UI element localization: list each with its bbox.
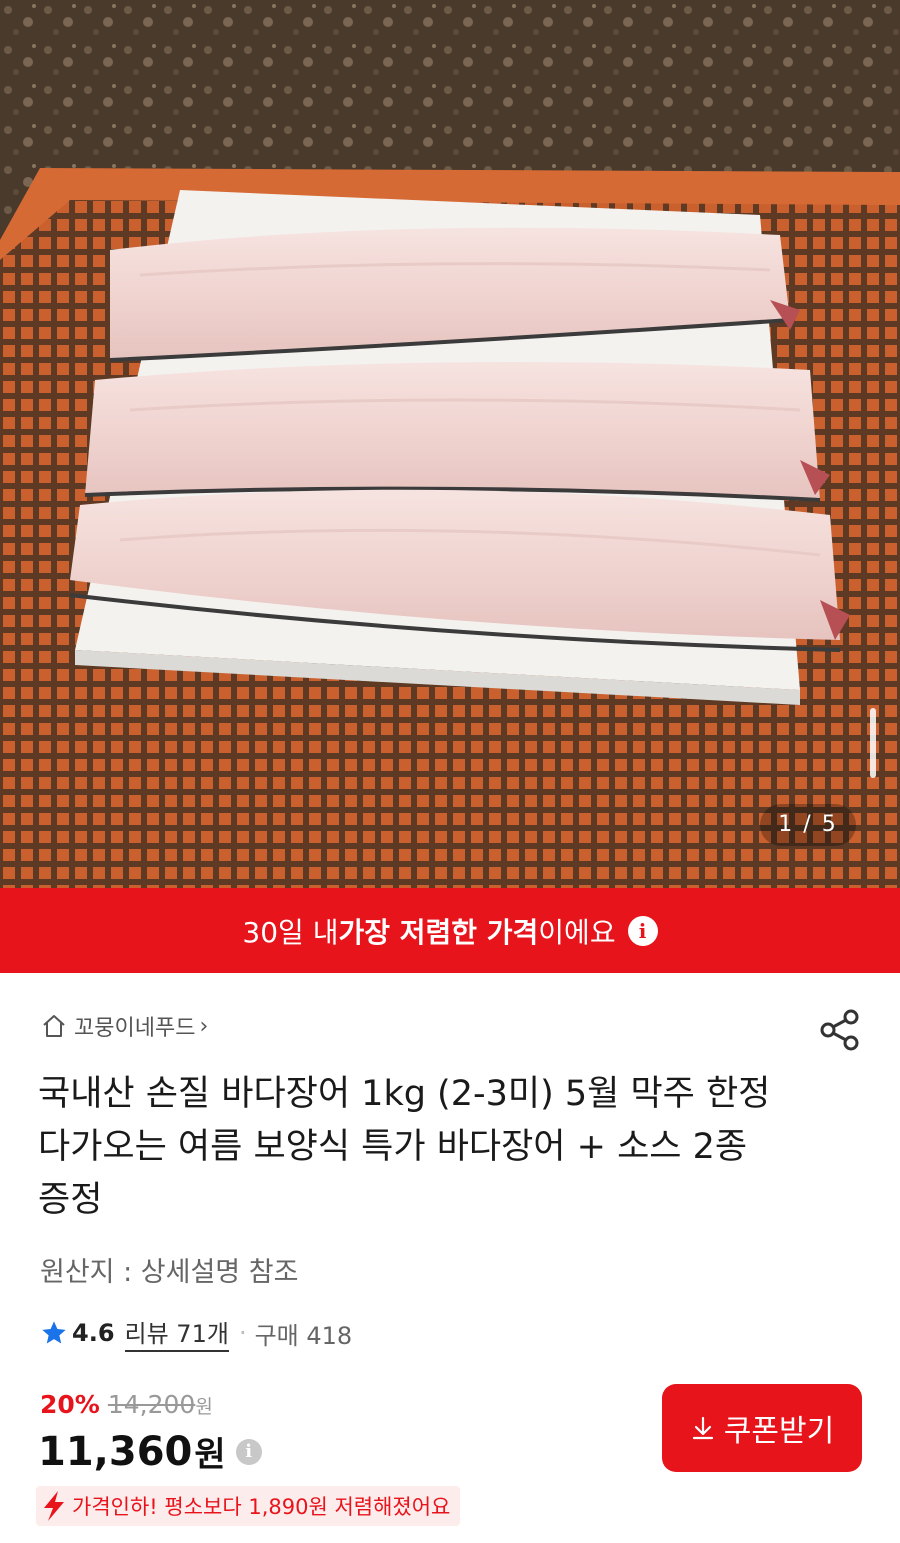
discount-percent: 20%	[40, 1390, 100, 1419]
rating-row: 4.6 리뷰 71개 · 구매 418	[40, 1314, 352, 1352]
price-drop-notice: 가격인하! 평소보다 1,890원 저렴해졌어요	[36, 1486, 461, 1526]
lightning-icon	[44, 1491, 64, 1521]
product-photo	[0, 0, 900, 888]
coupon-download-button[interactable]: 쿠폰받기	[662, 1384, 862, 1472]
coupon-button-label: 쿠폰받기	[723, 1414, 835, 1449]
chevron-right-icon: ›	[199, 1013, 209, 1039]
separator-dot: ·	[238, 1319, 247, 1347]
price-info-icon[interactable]: i	[235, 1438, 262, 1465]
scroll-indicator	[870, 708, 876, 778]
home-icon	[43, 1015, 65, 1037]
lowest-price-banner[interactable]: 30일 내 가장 저렴한 가격 이에요 i	[0, 888, 900, 973]
banner-prefix: 30일 내	[242, 915, 339, 949]
info-icon[interactable]: i	[627, 915, 658, 946]
store-link[interactable]: 꼬뭉이네푸드 ›	[40, 1010, 208, 1042]
purchase-count: 구매 418	[254, 1321, 353, 1350]
store-name: 꼬뭉이네푸드	[74, 1016, 196, 1041]
current-price: 11,360	[38, 1428, 193, 1475]
product-image-carousel[interactable]: 1 / 5	[0, 0, 900, 888]
price-row: 11,360 원 i	[38, 1427, 262, 1476]
banner-highlight: 가장 저렴한 가격	[338, 915, 539, 949]
banner-suffix: 이에요	[538, 915, 616, 949]
original-price-unit: 원	[195, 1396, 213, 1418]
download-icon	[692, 1416, 713, 1440]
current-price-unit: 원	[194, 1435, 226, 1475]
share-icon[interactable]	[818, 1008, 862, 1052]
price-drop-text: 가격인하! 평소보다 1,890원 저렴해졌어요	[72, 1495, 451, 1519]
origin-info: 원산지 : 상세설명 참조	[40, 1257, 299, 1288]
star-icon	[42, 1321, 66, 1344]
product-title: 국내산 손질 바다장어 1kg (2-3미) 5월 막주 한정 다가오는 여름 …	[38, 1074, 771, 1220]
discount-row: 20% 14,200 원	[40, 1390, 213, 1419]
original-price: 14,200	[107, 1390, 196, 1419]
image-page-indicator: 1 / 5	[760, 804, 856, 846]
rating-value: 4.6	[72, 1319, 115, 1347]
review-link[interactable]: 리뷰 71개	[124, 1314, 229, 1352]
